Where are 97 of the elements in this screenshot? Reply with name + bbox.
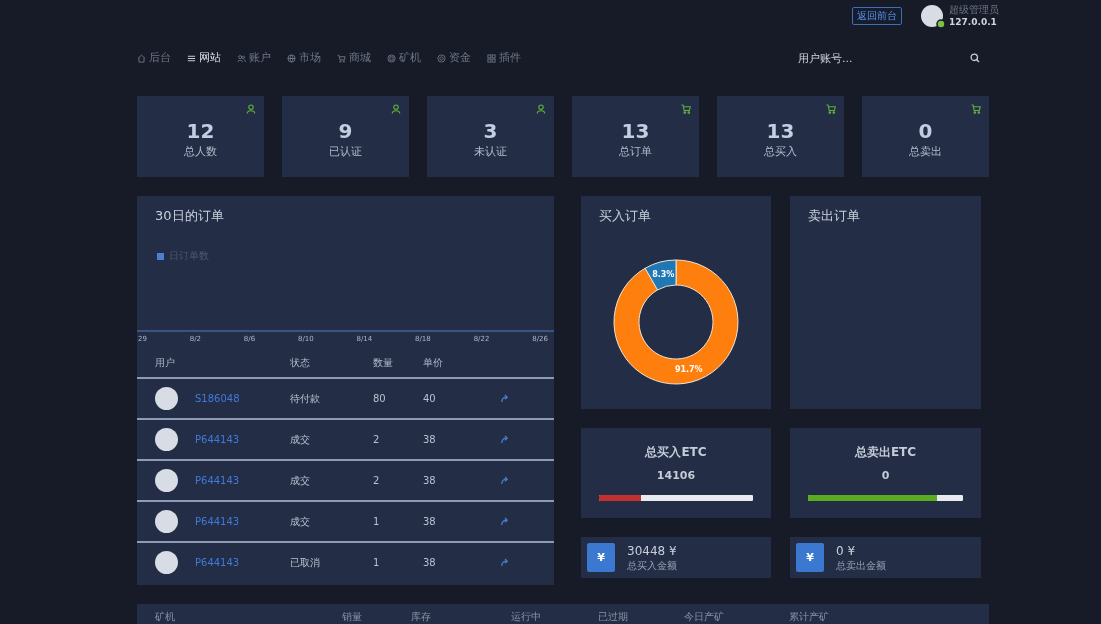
return-button[interactable]: 返回前台 bbox=[852, 7, 902, 25]
cart-icon bbox=[337, 53, 346, 63]
quantity-cell-text: 1 bbox=[373, 516, 381, 527]
legend-swatch-icon bbox=[157, 252, 164, 260]
card-value: 0 bbox=[881, 468, 890, 484]
nav-tab[interactable]: 商城 bbox=[337, 51, 371, 65]
user-name: 超级管理员 bbox=[949, 4, 999, 16]
price-cell-text: 38 bbox=[423, 434, 437, 445]
nav-tab[interactable]: 后台 bbox=[137, 51, 171, 65]
list-icon bbox=[187, 53, 196, 63]
curved-arrow-icon[interactable] bbox=[500, 476, 509, 485]
nav-tab[interactable]: 插件 bbox=[487, 51, 521, 65]
user-link[interactable]: P644143 bbox=[195, 557, 240, 568]
status-cell-text: 成交 bbox=[290, 473, 311, 488]
column-header: 用户 bbox=[155, 356, 176, 370]
quantity-cell-text: 1 bbox=[373, 557, 381, 568]
stat-label: 未认证 bbox=[474, 145, 507, 159]
user-link[interactable]: P644143 bbox=[195, 434, 240, 445]
column-header: 已过期 bbox=[598, 611, 629, 624]
stat-label: 已认证 bbox=[329, 145, 362, 159]
stat-value: 9 bbox=[338, 119, 353, 143]
stat-value: 13 bbox=[621, 119, 650, 143]
card-title: 总买入ETC bbox=[645, 444, 707, 461]
stat-value: 0 bbox=[918, 119, 933, 143]
price-cell-text: 40 bbox=[423, 393, 437, 404]
yuan-tile: ¥ bbox=[796, 543, 824, 572]
column-header: 单价 bbox=[423, 356, 444, 370]
home-icon bbox=[137, 53, 146, 63]
column-header: 今日产矿 bbox=[684, 611, 725, 624]
column-header: 状态 bbox=[290, 356, 311, 370]
panel-title: 买入订单 bbox=[598, 207, 652, 225]
target-icon bbox=[437, 53, 446, 63]
quantity-cell-text: 2 bbox=[373, 475, 381, 486]
avatar-icon bbox=[155, 510, 178, 533]
amount-label: 总卖出金额 bbox=[836, 558, 886, 572]
price-cell-text: 38 bbox=[423, 516, 437, 527]
stat-label: 总买入 bbox=[764, 145, 797, 159]
search-field[interactable]: 用户账号... bbox=[795, 51, 968, 65]
curved-arrow-icon[interactable] bbox=[500, 558, 509, 567]
status-cell-text: 已取消 bbox=[290, 555, 321, 570]
user-link[interactable]: S186048 bbox=[195, 393, 240, 404]
person-icon bbox=[391, 104, 401, 114]
status-cell-text: 待付款 bbox=[290, 391, 321, 406]
cart-icon bbox=[971, 104, 981, 114]
column-header: 销量 bbox=[342, 611, 363, 624]
yuan-tile: ¥ bbox=[587, 543, 615, 572]
avatar-icon[interactable] bbox=[921, 5, 943, 27]
card-title: 总卖出ETC bbox=[854, 444, 917, 461]
circle-square-icon bbox=[387, 53, 396, 63]
curved-arrow-icon[interactable] bbox=[500, 394, 509, 403]
column-header: 数量 bbox=[373, 356, 394, 370]
quantity-cell-text: 2 bbox=[373, 434, 381, 445]
stat-label: 总卖出 bbox=[909, 145, 942, 159]
cart-icon bbox=[826, 104, 836, 114]
user-link[interactable]: P644143 bbox=[195, 516, 240, 527]
panel-title: 30日的订单 bbox=[154, 207, 225, 225]
column-header: 累计产矿 bbox=[789, 611, 830, 624]
user-ip: 127.0.0.1 bbox=[949, 16, 998, 28]
curved-arrow-icon[interactable] bbox=[500, 435, 509, 444]
slice-label: 91.7% bbox=[674, 365, 703, 375]
nav-tab[interactable]: 网站 bbox=[187, 51, 221, 65]
avatar-icon bbox=[155, 469, 178, 492]
column-header: 运行中 bbox=[511, 611, 542, 624]
nav-tab[interactable]: 账户 bbox=[237, 51, 271, 65]
search-icon[interactable] bbox=[970, 53, 980, 63]
globe-icon bbox=[287, 53, 296, 63]
amount-label: 总买入金额 bbox=[627, 558, 677, 572]
nav-tab[interactable]: 矿机 bbox=[387, 51, 421, 65]
avatar-icon bbox=[155, 551, 178, 574]
grid-icon bbox=[487, 53, 496, 63]
price-cell-text: 38 bbox=[423, 475, 437, 486]
curved-arrow-icon[interactable] bbox=[500, 517, 509, 526]
column-header: 矿机 bbox=[155, 611, 176, 624]
nav-tab[interactable]: 资金 bbox=[437, 51, 471, 65]
column-header: 库存 bbox=[411, 611, 432, 624]
stat-label: 总人数 bbox=[184, 145, 217, 159]
price-cell-text: 38 bbox=[423, 557, 437, 568]
stat-value: 3 bbox=[483, 119, 498, 143]
amount-value: 0 ¥ bbox=[836, 543, 857, 559]
nav-tab[interactable]: 市场 bbox=[287, 51, 321, 65]
avatar-icon bbox=[155, 387, 178, 410]
panel-title: 卖出订单 bbox=[807, 207, 861, 225]
person-icon bbox=[246, 104, 256, 114]
stat-value: 12 bbox=[186, 119, 215, 143]
avatar-icon bbox=[155, 428, 178, 451]
users-icon bbox=[237, 53, 246, 63]
amount-value: 30448 ¥ bbox=[627, 543, 677, 559]
slice-label: 8.3% bbox=[652, 269, 675, 279]
card-value: 14106 bbox=[656, 468, 696, 484]
user-link[interactable]: P644143 bbox=[195, 475, 240, 486]
cart-icon bbox=[681, 104, 691, 114]
quantity-cell-text: 80 bbox=[373, 393, 387, 404]
status-cell-text: 成交 bbox=[290, 432, 311, 447]
stat-value: 13 bbox=[766, 119, 795, 143]
person-icon bbox=[536, 104, 546, 114]
status-cell-text: 成交 bbox=[290, 514, 311, 529]
stat-label: 总订单 bbox=[619, 145, 652, 159]
